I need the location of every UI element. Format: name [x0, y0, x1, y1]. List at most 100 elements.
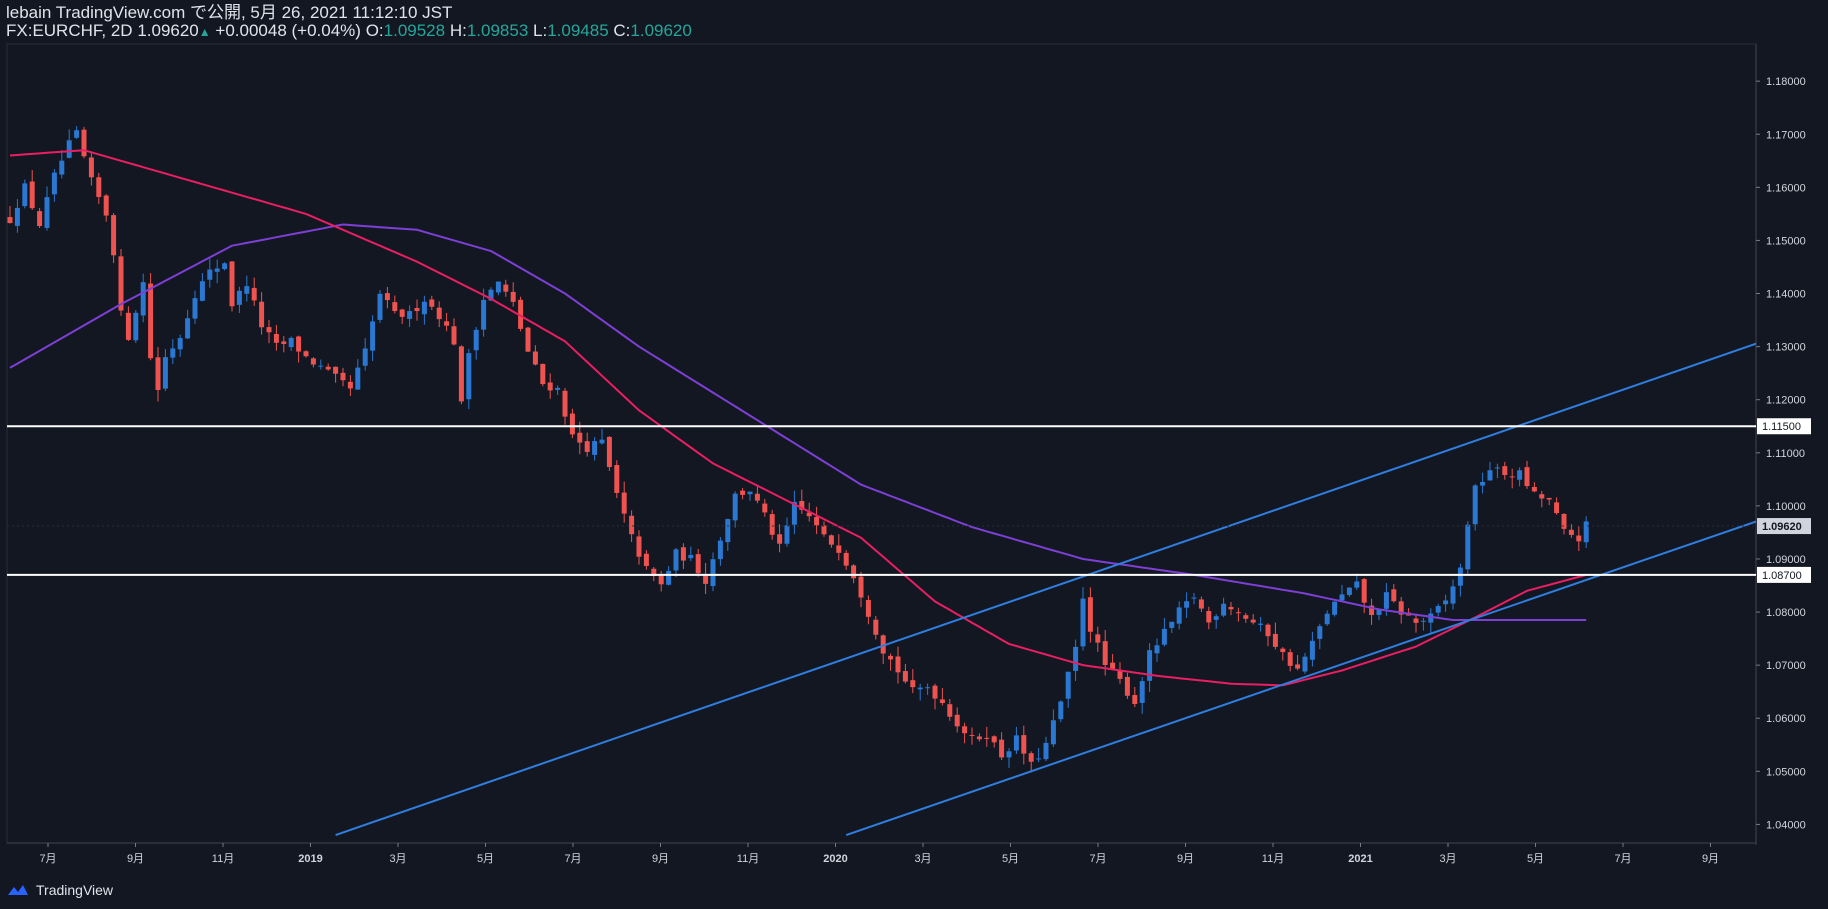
candle-body: [836, 545, 842, 553]
candle-body: [1457, 567, 1463, 586]
time-tick-label: 7月: [39, 853, 56, 865]
candle-body: [229, 261, 235, 307]
candle-body: [1139, 681, 1145, 703]
candle-body: [1517, 470, 1523, 480]
chart-frame: [6, 43, 1757, 844]
candle-body: [1332, 601, 1338, 615]
candle-body: [902, 671, 908, 682]
candle-body: [96, 177, 102, 197]
time-tick-label: 5月: [1002, 853, 1019, 865]
candle-body: [1361, 579, 1367, 603]
candle-body: [932, 685, 938, 699]
candle-body: [895, 656, 901, 673]
candle-body: [1228, 606, 1234, 610]
candle-body: [1043, 742, 1049, 760]
candle-body: [962, 726, 968, 734]
last-price-label: 1.09620: [1762, 521, 1802, 533]
candle-body: [1420, 620, 1426, 622]
candle-body: [1376, 609, 1382, 615]
candle-body: [103, 195, 109, 216]
candle-body: [1450, 586, 1456, 604]
candle-body: [858, 576, 864, 598]
candle-body: [555, 387, 561, 390]
candle-body: [303, 351, 309, 357]
candle-body: [1058, 701, 1064, 720]
candle-body: [740, 490, 746, 495]
time-tick-label: 2021: [1348, 853, 1372, 865]
candle-body: [436, 307, 442, 320]
time-tick-label: 7月: [564, 853, 581, 865]
candle-body: [377, 293, 383, 320]
candle-body: [599, 439, 605, 444]
candle-body: [939, 699, 945, 703]
candle-body: [991, 736, 997, 743]
candle-body: [37, 211, 43, 227]
candle-body: [273, 334, 279, 343]
candle-body: [51, 172, 57, 195]
candle-body: [717, 540, 723, 560]
price-tick-label: 1.08000: [1766, 607, 1806, 619]
candle-body: [140, 282, 146, 316]
candle-body: [162, 357, 168, 389]
candle-body: [888, 655, 894, 660]
candle-body: [22, 183, 28, 207]
candle-body: [259, 301, 265, 328]
candle-body: [347, 381, 353, 389]
trendline: [335, 342, 1756, 836]
candle-body: [1561, 513, 1567, 529]
candle-body: [170, 348, 176, 358]
price-tick-label: 1.05000: [1766, 766, 1806, 778]
time-tick-label: 5月: [1527, 853, 1544, 865]
time-tick-label: 7月: [1089, 853, 1106, 865]
candle-body: [362, 348, 368, 366]
candle-body: [407, 311, 413, 319]
footer-brand[interactable]: TradingView: [6, 882, 113, 898]
candle-body: [1147, 650, 1153, 681]
time-tick-label: 9月: [127, 853, 144, 865]
candle-body: [710, 559, 716, 587]
candle-body: [658, 575, 664, 585]
candle-body: [1124, 676, 1130, 696]
candle-body: [1531, 487, 1537, 492]
candle-body: [236, 290, 242, 305]
moving-average-short-line: [9, 149, 1587, 687]
candle-body: [340, 372, 346, 381]
candle-body: [1524, 467, 1530, 487]
candle-body: [133, 312, 139, 341]
candle-body: [66, 140, 72, 158]
candle-body: [421, 301, 427, 315]
level-price-label: 1.08700: [1762, 570, 1802, 582]
candle-body: [111, 215, 117, 256]
candle-body: [1258, 623, 1264, 625]
candle-body: [1087, 597, 1093, 632]
candle-body: [1509, 476, 1515, 478]
candle-body: [155, 357, 161, 390]
candle-body: [1494, 467, 1500, 469]
candle-body: [643, 553, 649, 566]
candle-body: [1161, 628, 1167, 645]
candle-body: [185, 318, 191, 339]
candle-body: [1110, 662, 1116, 669]
candle-body: [910, 680, 916, 688]
candle-body: [1472, 485, 1478, 525]
candle-body: [1583, 521, 1589, 543]
candle-body: [1428, 613, 1434, 623]
price-chart[interactable]: 1.18000 1.17000 1.16000 1.15000 1.14000 1.130…: [0, 0, 1828, 909]
time-tick-label: 9月: [1177, 853, 1194, 865]
candle-body: [1184, 601, 1190, 608]
candle-body: [1021, 735, 1027, 754]
candle-body: [1487, 470, 1493, 481]
candle-body: [1065, 671, 1071, 699]
candle-body: [355, 367, 361, 390]
candle-body: [1287, 652, 1293, 666]
candle-body: [503, 284, 509, 292]
candle-body: [821, 525, 827, 535]
price-tick-label: 1.18000: [1766, 76, 1806, 88]
candle-body: [969, 735, 975, 737]
price-tick-label: 1.06000: [1766, 713, 1806, 725]
candle-body: [1221, 603, 1227, 616]
candle-body: [1546, 497, 1552, 500]
candle-body: [606, 436, 612, 468]
candle-body: [562, 390, 568, 417]
candle-body: [873, 619, 879, 635]
